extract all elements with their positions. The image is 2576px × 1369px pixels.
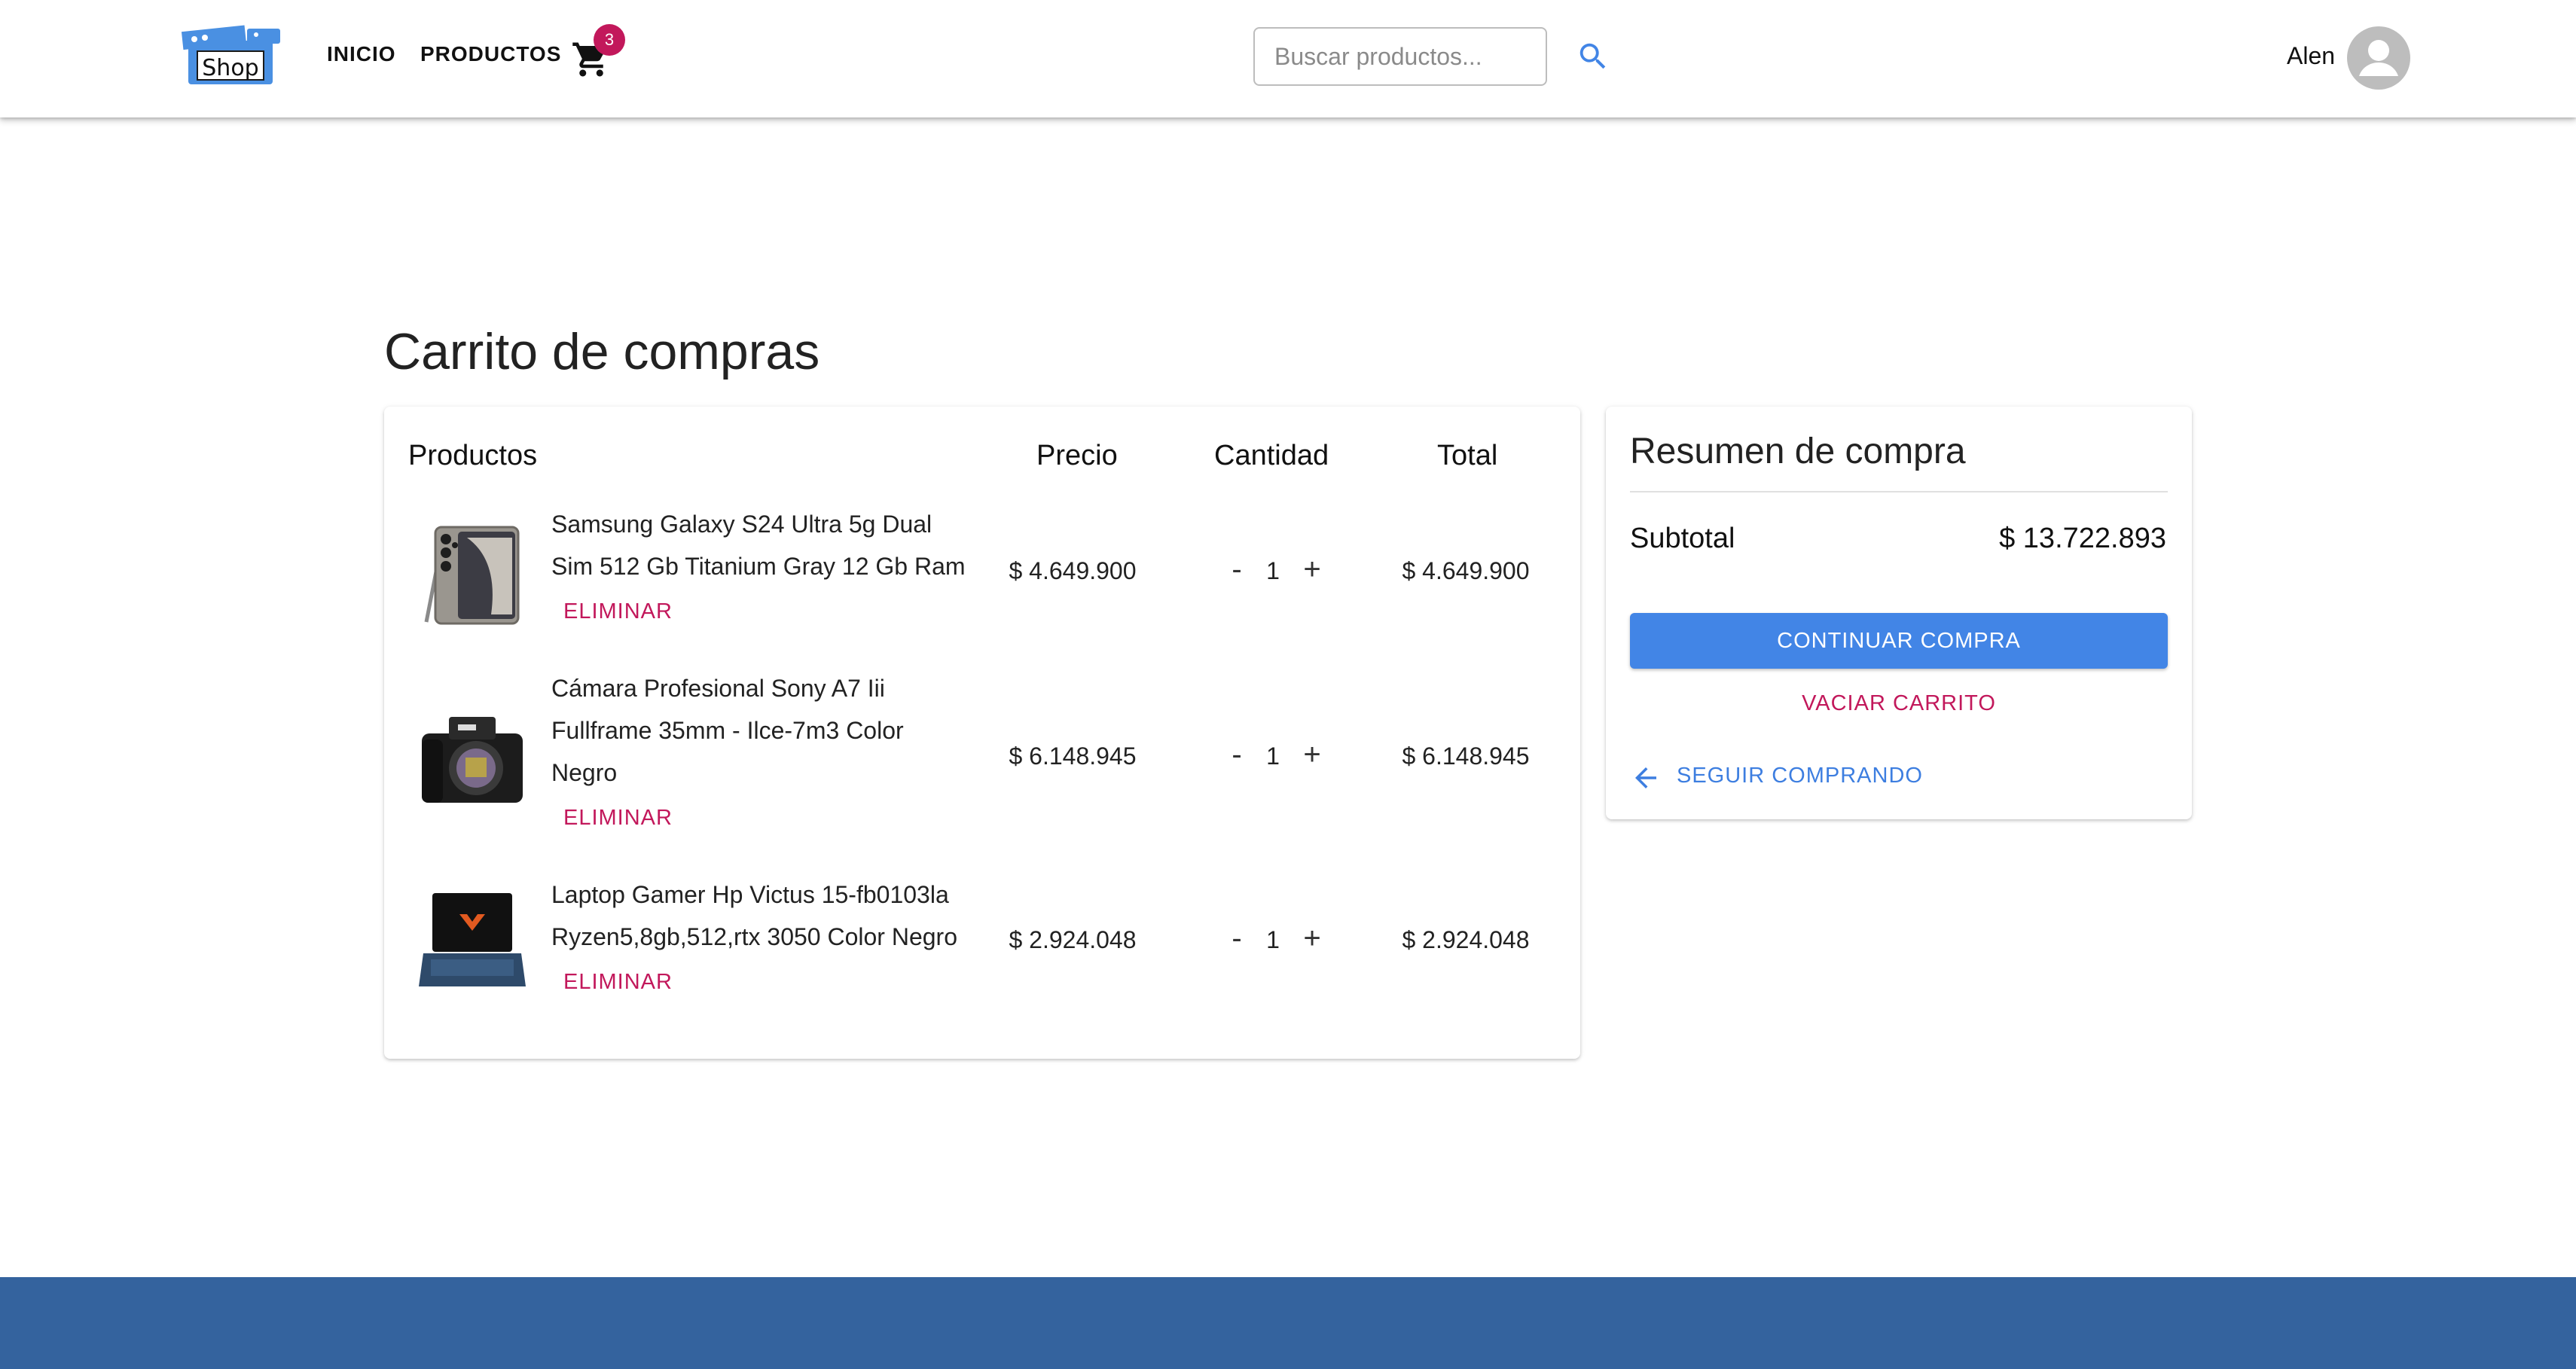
phone-image xyxy=(416,515,529,628)
decrement-button[interactable]: - xyxy=(1222,922,1252,956)
item-price: $ 4.649.900 xyxy=(1009,557,1137,584)
item-quantity: 1 xyxy=(1266,557,1280,584)
search-input[interactable] xyxy=(1253,27,1547,86)
col-header-product: Productos xyxy=(408,440,538,471)
item-price: $ 2.924.048 xyxy=(1009,926,1137,953)
nav-productos[interactable]: PRODUCTOS xyxy=(420,42,561,66)
item-price: $ 6.148.945 xyxy=(1009,742,1137,770)
empty-cart-button[interactable]: VACIAR CARRITO xyxy=(1630,691,2168,716)
summary-title: Resumen de compra xyxy=(1630,431,1966,471)
product-name[interactable]: Cámara Profesional Sony A7 Iii Fullframe… xyxy=(551,667,973,794)
item-total: $ 2.924.048 xyxy=(1402,926,1530,953)
cart-count-badge: 3 xyxy=(594,24,625,56)
shop-logo[interactable]: Shop xyxy=(175,24,286,90)
item-quantity: 1 xyxy=(1266,926,1280,953)
laptop-image xyxy=(416,884,529,997)
product-name[interactable]: Samsung Galaxy S24 Ultra 5g Dual Sim 512… xyxy=(551,503,973,587)
page-title: Carrito de compras xyxy=(384,323,820,380)
cart-row: Cámara Profesional Sony A7 Iii Fullframe… xyxy=(384,667,1580,840)
search-icon[interactable] xyxy=(1576,39,1610,74)
remove-item-button[interactable]: ELIMINAR xyxy=(563,599,673,624)
cart-row: Laptop Gamer Hp Victus 15-fb0103la Ryzen… xyxy=(384,874,1580,1009)
continue-purchase-button[interactable]: CONTINUAR COMPRA xyxy=(1630,613,2168,669)
increment-button[interactable]: + xyxy=(1297,738,1327,772)
col-header-price: Precio xyxy=(1036,440,1118,471)
item-total: $ 6.148.945 xyxy=(1402,742,1530,770)
nav-inicio[interactable]: INICIO xyxy=(327,42,396,66)
account-circle-icon[interactable] xyxy=(2347,26,2410,90)
increment-button[interactable]: + xyxy=(1297,922,1327,956)
remove-item-button[interactable]: ELIMINAR xyxy=(563,806,673,831)
arrow-back-icon xyxy=(1630,762,1662,794)
logo-text: Shop xyxy=(202,55,258,81)
decrement-button[interactable]: - xyxy=(1222,553,1252,587)
summary-divider xyxy=(1630,491,2168,492)
increment-button[interactable]: + xyxy=(1297,553,1327,587)
camera-image xyxy=(416,700,529,813)
decrement-button[interactable]: - xyxy=(1222,738,1252,772)
continue-shopping-label: SEGUIR COMPRANDO xyxy=(1677,764,1923,788)
cart-row: Samsung Galaxy S24 Ultra 5g Dual Sim 512… xyxy=(384,503,1580,636)
page-footer xyxy=(0,1277,2576,1369)
remove-item-button[interactable]: ELIMINAR xyxy=(563,970,673,995)
col-header-total: Total xyxy=(1437,440,1498,471)
col-header-quantity: Cantidad xyxy=(1214,440,1329,471)
app-header: Shop INICIO PRODUCTOS 3 Alen xyxy=(0,0,2576,117)
item-total: $ 4.649.900 xyxy=(1402,557,1530,584)
item-quantity: 1 xyxy=(1266,742,1280,770)
product-name[interactable]: Laptop Gamer Hp Victus 15-fb0103la Ryzen… xyxy=(551,874,973,958)
user-name: Alen xyxy=(2287,42,2336,69)
subtotal-value: $ 13.722.893 xyxy=(1999,523,2166,554)
subtotal-label: Subtotal xyxy=(1630,523,1735,554)
